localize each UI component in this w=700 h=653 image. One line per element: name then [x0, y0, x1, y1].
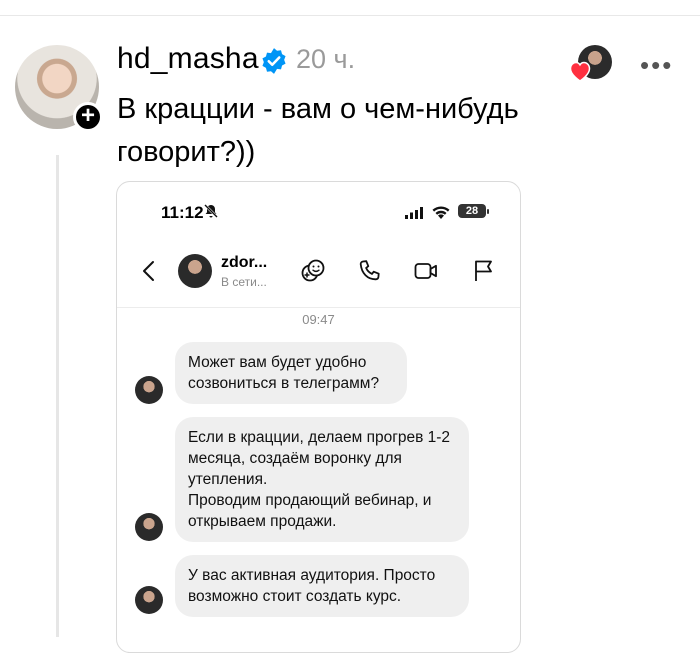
sender-avatar — [135, 586, 163, 614]
message-bubble[interactable]: Может вам будет удобно созвониться в тел… — [175, 342, 407, 404]
wifi-icon — [432, 206, 450, 219]
status-bar-time: 11:12 — [161, 203, 204, 222]
muted-bell-icon — [204, 204, 218, 218]
top-divider — [0, 15, 700, 16]
heart-icon — [569, 61, 591, 82]
message-bubble[interactable]: Если в крацции, делаем прогрев 1-2 месяц… — [175, 417, 469, 542]
chat-header-divider — [117, 307, 520, 308]
back-chevron-icon[interactable] — [141, 260, 157, 282]
more-options-icon[interactable]: ••• — [640, 50, 673, 81]
post-text: В крацции - вам о чем-нибудь говорит?)) — [117, 93, 519, 168]
message-bubble[interactable]: У вас активная аудитория. Просто возможн… — [175, 555, 469, 617]
group-add-icon[interactable] — [300, 258, 326, 284]
chat-contact-status: В сети... — [221, 275, 267, 289]
chat-contact-avatar[interactable] — [178, 254, 212, 288]
messages-time-label: 09:47 — [302, 312, 335, 327]
thread-line — [56, 155, 59, 637]
verified-badge-icon — [262, 48, 286, 74]
post-timestamp: 20 ч. — [296, 44, 356, 74]
cellular-signal-icon — [405, 207, 423, 219]
message-text: Если в крацции, делаем прогрев 1-2 месяц… — [188, 429, 451, 530]
sender-avatar — [135, 376, 163, 404]
sender-avatar — [135, 513, 163, 541]
battery-indicator: 28 — [458, 204, 486, 218]
video-call-icon[interactable] — [413, 258, 439, 284]
follow-plus-icon[interactable]: + — [73, 102, 103, 132]
phone-call-icon[interactable] — [357, 258, 383, 284]
battery-tip — [487, 209, 489, 214]
attached-screenshot[interactable]: 11:12 28 zdor... В сети... 09:47 Может в… — [116, 181, 521, 653]
chat-contact-name[interactable]: zdor... — [221, 254, 267, 272]
report-flag-icon[interactable] — [471, 258, 497, 284]
author-username[interactable]: hd_masha — [117, 42, 259, 76]
